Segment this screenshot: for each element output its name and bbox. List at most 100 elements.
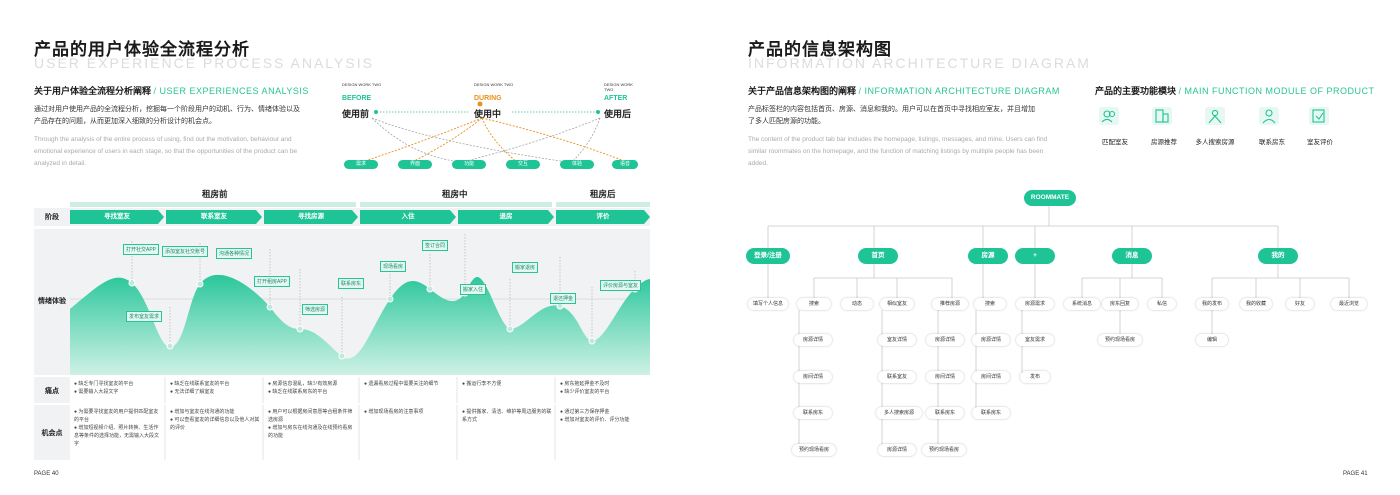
ia-l1-plus: +	[1015, 248, 1055, 264]
building-icon	[1152, 107, 1172, 125]
emotion-tag: 搬家退房	[512, 262, 539, 273]
ia-node: 房源详情	[878, 444, 916, 456]
ia-node: 推荐房源	[932, 298, 968, 310]
ia-node: 房源详情	[926, 334, 964, 346]
opportunity-item: ● 增加与室友在线沟通的功能	[170, 409, 235, 415]
step-arrow: 寻找房源	[264, 210, 358, 224]
module-label: 房源推荐	[1151, 139, 1177, 146]
ia-node: 系统消息	[1064, 298, 1100, 310]
emotion-tag: 搬家入住	[460, 284, 487, 295]
emotion-tag: 联系房东	[338, 278, 365, 289]
pain-text: ● 缺乏专门寻找室友的平台 ● 需要输入大段文字	[74, 380, 164, 396]
module-heading-cn: 产品的主要功能模块	[1095, 86, 1177, 96]
ia-node: 相似室友	[880, 298, 914, 310]
module-item: 多人搜索房源	[1192, 107, 1238, 146]
pain-text: ● 房源信息混乱，缺少有效房源 ● 缺乏在线联系房东的平台	[268, 380, 360, 396]
people-icon	[1099, 107, 1119, 125]
row-label-stage: 阶段	[45, 214, 59, 221]
pain-item: ● 需要输入大段文字	[74, 389, 119, 395]
pain-text: ● 搬运行李不方便	[462, 380, 554, 388]
flow-pill: 语音	[612, 160, 638, 169]
ia-node: 室友需求	[1016, 334, 1054, 346]
left-paragraph-cn: 通过对用户使用产品的全流程分析，挖掘每一个阶段用户的动机、行为、情绪体验以及产品…	[34, 106, 300, 125]
opportunity-item: ● 为需要寻找室友的用户提供匹配室友的平台	[74, 409, 159, 423]
ia-node: 我的发布	[1196, 298, 1228, 310]
ia-node: 联系室友	[878, 371, 916, 383]
flow-pill: 交互	[506, 160, 540, 169]
pain-item: ● 搬运行李不方便	[462, 381, 502, 387]
module-label: 联系房东	[1259, 139, 1285, 146]
ia-node: 编辑	[1196, 334, 1228, 346]
ia-node: 联系房东	[794, 407, 832, 419]
opportunity-text: ● 用户可以根据房间意愿等合租条件筛选房源 ● 增加与房东在线沟通及在线预约看房…	[268, 408, 356, 440]
right-page-title-en: INFORMATION ARCHITECTURE DIAGRAM	[748, 55, 1091, 71]
step-arrow: 退房	[458, 210, 554, 224]
pain-text: ● 遗漏看房过程中需要关注的细节	[364, 380, 456, 388]
opportunity-item: ● 通过第三方保存押金	[560, 409, 610, 415]
left-page-number: PAGE 40	[34, 471, 59, 477]
step-arrow: 入住	[360, 210, 456, 224]
ia-node: 房源详情	[794, 334, 832, 346]
module-item: 匹配室友	[1095, 107, 1135, 146]
ia-node: 房东回复	[1102, 298, 1138, 310]
module-item: 联系房东	[1252, 107, 1292, 146]
ia-l1-mine: 我的	[1258, 248, 1298, 264]
emotion-tag: 筛选房源	[302, 304, 329, 315]
flow-connectors	[361, 101, 628, 163]
phase-label: 租房中	[442, 189, 468, 199]
step-arrow: 寻找室友	[70, 210, 164, 224]
emotion-tag: 签订合同	[422, 240, 449, 251]
person-icon	[1259, 107, 1279, 125]
ia-node: 发布	[1020, 371, 1050, 383]
ia-node: 动态	[841, 298, 873, 310]
emotion-tag: 退还押金	[550, 293, 577, 304]
opportunity-text: ● 通过第三方保存押金 ● 增加对室友的评价、评分功能	[560, 408, 648, 424]
emotion-tag: 添加室友社交账号	[162, 246, 209, 257]
emotion-tag: 现场看房	[380, 261, 407, 272]
pain-item: ● 无法详细了解室友	[170, 389, 215, 395]
ia-root-node: ROOMMATE	[1024, 190, 1076, 206]
ia-node: 房间详情	[794, 371, 832, 383]
module-label: 多人搜索房源	[1195, 139, 1235, 146]
opportunity-item: ● 用户可以根据房间意愿等合租条件筛选房源	[268, 409, 353, 423]
pain-item: ● 房东拖延押金不及时	[560, 381, 610, 387]
review-icon	[1309, 107, 1329, 125]
opportunity-item: ● 提供搬家、清洁、维护等周边服务的联系方式	[462, 409, 552, 423]
pain-text: ● 缺乏在线联系室友的平台 ● 无法详细了解室友	[170, 380, 260, 396]
opportunity-text: ● 提供搬家、清洁、维护等周边服务的联系方式	[462, 408, 552, 424]
ia-node: 预约现场看房	[922, 444, 966, 456]
phase-bar	[556, 202, 650, 207]
ia-node: 填写个人信息	[748, 298, 788, 310]
module-heading-en: / MAIN FUNCTION MODULE OF PRODUCT	[1178, 86, 1375, 96]
ia-l1-messages: 消息	[1112, 248, 1152, 264]
phase-label: 租房前	[202, 189, 228, 199]
usage-flow-diagram: DESIGN WORK TWO DESIGN WORK TWO DESIGN W…	[342, 82, 638, 174]
module-label: 室友评价	[1307, 139, 1333, 146]
module-label: 匹配室友	[1102, 139, 1128, 146]
left-section-heading: 关于用户体验全流程分析阐释 / USER EXPERIENCES ANALYSI…	[34, 84, 309, 97]
right-page-number: PAGE 41	[1343, 471, 1368, 477]
ia-l1-home: 首页	[858, 248, 898, 264]
left-page-title-en: USER EXPERIENCE PROCESS ANALYSIS	[34, 55, 374, 71]
phase-label: 租房后	[590, 189, 616, 199]
ia-node: 私信	[1148, 298, 1176, 310]
right-section-heading: 关于产品信息架构图的阐释 / INFORMATION ARCHITECTURE …	[748, 84, 1060, 97]
pain-item: ● 遗漏看房过程中需要关注的细节	[364, 381, 439, 387]
emotion-tag: 沟通各种情况	[216, 248, 253, 259]
ia-node: 我的收藏	[1240, 298, 1272, 310]
ia-node: 室友详情	[878, 334, 916, 346]
emotion-tag: 发布室友需求	[126, 311, 163, 322]
ia-node: 好友	[1286, 298, 1314, 310]
opportunity-text: ● 为需要寻找室友的用户提供匹配室友的平台 ● 增加短视频介绍、照片转换、生活作…	[74, 408, 162, 448]
module-item: 房源推荐	[1144, 107, 1184, 146]
opportunity-item: ● 增加现场看房的注意事项	[364, 409, 424, 415]
ia-l1-login: 登录/注册	[746, 248, 790, 264]
right-paragraph-en: The content of the product tab bar inclu…	[748, 136, 1048, 167]
step-arrow: 评价	[556, 210, 650, 224]
row-label-emotion: 情绪体验	[38, 298, 66, 305]
ia-node: 房间详情	[972, 371, 1010, 383]
module-item: 室友评价	[1300, 107, 1340, 146]
opportunity-text: ● 增加现场看房的注意事项	[364, 408, 454, 416]
group-icon	[1205, 107, 1225, 125]
right-paragraph-cn: 产品标签栏的内容包括首页、房源、消息和我的。用户可以在首页中寻找相应室友，并且增…	[748, 106, 1035, 125]
